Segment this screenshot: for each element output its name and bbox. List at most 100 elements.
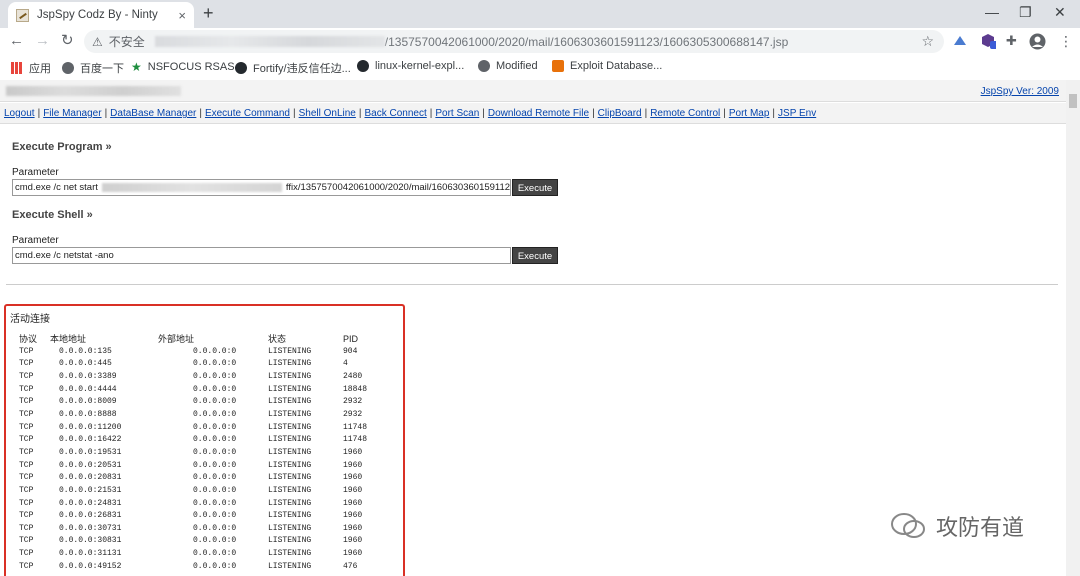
cell-state: LISTENING xyxy=(268,549,312,559)
maximize-icon[interactable]: ❐ xyxy=(1019,4,1032,21)
cell-state: LISTENING xyxy=(268,473,312,483)
bookmark-modified[interactable]: Modified xyxy=(478,60,538,72)
menu-remote-control[interactable]: Remote Control xyxy=(650,108,720,119)
header-state: 状态 xyxy=(268,334,287,344)
bookmark-linux-kernel[interactable]: linux-kernel-expl... xyxy=(357,60,464,72)
cell-local-address: 0.0.0.0:11200 xyxy=(59,422,122,432)
globe-icon xyxy=(478,60,490,72)
extensions-puzzle-icon[interactable]: ✚ xyxy=(1006,32,1017,50)
table-row: TCP 0.0.0.0:30831 0.0.0.0:0 LISTENING 1960 xyxy=(16,535,393,548)
profile-avatar-icon[interactable] xyxy=(1029,33,1046,50)
menu-execute-command[interactable]: Execute Command xyxy=(205,108,290,119)
execute-program-button[interactable]: Execute xyxy=(512,179,558,196)
cell-state: LISTENING xyxy=(268,346,312,356)
menu-back-connect[interactable]: Back Connect xyxy=(364,108,426,119)
bookmark-star-icon[interactable]: ☆ xyxy=(921,33,934,50)
version-link[interactable]: JspSpy Ver: 2009 xyxy=(981,86,1059,97)
cell-state: LISTENING xyxy=(268,460,312,470)
menu-port-map[interactable]: Port Map xyxy=(729,108,770,119)
execute-shell-button[interactable]: Execute xyxy=(512,247,558,264)
menu-download-remote-file[interactable]: Download Remote File xyxy=(488,108,589,119)
cell-local-address: 0.0.0.0:19531 xyxy=(59,447,122,457)
cell-pid: 904 xyxy=(343,346,358,356)
address-bar[interactable]: ⚠ 不安全 /1357570042061000/2020/mail/160630… xyxy=(84,30,944,53)
cell-pid: 1960 xyxy=(343,498,363,508)
table-row: TCP 0.0.0.0:135 0.0.0.0:0 LISTENING 904 xyxy=(16,345,393,358)
menu-file-manager[interactable]: File Manager xyxy=(43,108,101,119)
cell-pid: 2932 xyxy=(343,410,363,420)
bookmark-fortify[interactable]: Fortify/违反信任边... xyxy=(235,60,351,76)
browser-toolbar: ← → ↻ ⚠ 不安全 /1357570042061000/2020/mail/… xyxy=(0,28,1080,55)
cell-protocol: TCP xyxy=(19,435,34,445)
cell-pid: 2480 xyxy=(343,372,363,382)
cell-state: LISTENING xyxy=(268,422,312,432)
header-local-address: 本地地址 xyxy=(50,334,87,344)
github-icon xyxy=(235,62,247,74)
cell-foreign-address: 0.0.0.0:0 xyxy=(193,561,237,571)
cell-local-address: 0.0.0.0:31131 xyxy=(59,549,122,559)
bookmark-label: Modified xyxy=(496,60,538,72)
bookmark-apps[interactable]: 应用 xyxy=(11,60,51,76)
url-text: /1357570042061000/2020/mail/160630360159… xyxy=(384,34,789,49)
cell-foreign-address: 0.0.0.0:0 xyxy=(193,473,237,483)
back-arrow-icon[interactable]: ← xyxy=(9,32,24,50)
browser-tab[interactable]: JspSpy Codz By - Ninty × xyxy=(8,2,194,28)
shell-parameter-label: Parameter xyxy=(12,235,59,246)
minimize-icon[interactable]: — xyxy=(985,4,999,20)
page-scrollbar[interactable] xyxy=(1066,80,1080,576)
table-row: TCP 0.0.0.0:19531 0.0.0.0:0 LISTENING 1960 xyxy=(16,446,393,459)
tab-strip: JspSpy Codz By - Ninty × + — ❐ ✕ xyxy=(0,0,1080,28)
shell-parameter-input[interactable]: cmd.exe /c netstat -ano xyxy=(12,247,511,264)
new-tab-button[interactable]: + xyxy=(203,4,214,22)
cell-pid: 476 xyxy=(343,561,358,571)
cell-state: LISTENING xyxy=(268,384,312,394)
bookmark-label: NSFOCUS RSAS xyxy=(147,61,235,73)
github-icon xyxy=(357,60,369,72)
cell-local-address: 0.0.0.0:26831 xyxy=(59,511,122,521)
cell-pid: 2932 xyxy=(343,397,363,407)
program-parameter-input[interactable]: cmd.exe /c net start ffix/135757004206100… xyxy=(12,179,511,196)
bookmark-exploit-db[interactable]: Exploit Database... xyxy=(552,60,662,72)
reload-icon[interactable]: ↻ xyxy=(61,32,74,50)
cell-local-address: 0.0.0.0:30731 xyxy=(59,523,122,533)
divider xyxy=(6,284,1058,285)
cell-local-address: 0.0.0.0:49152 xyxy=(59,561,122,571)
execute-shell-title: Execute Shell » xyxy=(12,209,93,221)
cell-protocol: TCP xyxy=(19,511,34,521)
cell-protocol: TCP xyxy=(19,410,34,420)
menu-database-manager[interactable]: DataBase Manager xyxy=(110,108,196,119)
cell-foreign-address: 0.0.0.0:0 xyxy=(193,384,237,394)
cell-pid: 1960 xyxy=(343,447,363,457)
menu-clipboard[interactable]: ClipBoard xyxy=(598,108,642,119)
menu-jsp-env[interactable]: JSP Env xyxy=(778,108,816,119)
wechat-watermark: 攻防有道 xyxy=(890,510,1024,542)
menu-logout[interactable]: Logout xyxy=(4,108,35,119)
forward-arrow-icon[interactable]: → xyxy=(35,32,50,50)
extension-badge-icon[interactable] xyxy=(980,33,996,49)
cell-protocol: TCP xyxy=(19,498,34,508)
cell-local-address: 0.0.0.0:4444 xyxy=(59,384,117,394)
bookmark-label: 百度一下 xyxy=(80,63,124,75)
jspspy-page: JspSpy Ver: 2009 Logout | File Manager | Dat… xyxy=(0,80,1066,576)
close-window-icon[interactable]: ✕ xyxy=(1054,4,1066,21)
jspspy-favicon-icon xyxy=(16,8,29,22)
bookmark-label: linux-kernel-expl... xyxy=(375,60,465,72)
table-row: TCP 0.0.0.0:16422 0.0.0.0:0 LISTENING 11748 xyxy=(16,433,393,446)
table-row: TCP 0.0.0.0:445 0.0.0.0:0 LISTENING 4 xyxy=(16,358,393,371)
menu-shell-online[interactable]: Shell OnLine xyxy=(299,108,356,119)
menu-kebab-icon[interactable]: ⋮ xyxy=(1059,32,1073,50)
cell-local-address: 0.0.0.0:21531 xyxy=(59,485,122,495)
execute-program-title: Execute Program » xyxy=(12,141,112,153)
cell-foreign-address: 0.0.0.0:0 xyxy=(193,460,237,470)
table-row: TCP 0.0.0.0:31131 0.0.0.0:0 LISTENING 1960 xyxy=(16,547,393,560)
extension-bird-icon[interactable] xyxy=(952,33,968,49)
program-param-prefix: cmd.exe /c net start xyxy=(15,182,98,193)
cell-protocol: TCP xyxy=(19,523,34,533)
menu-port-scan[interactable]: Port Scan xyxy=(435,108,479,119)
scrollbar-thumb[interactable] xyxy=(1069,94,1077,108)
exploit-db-icon xyxy=(552,60,564,72)
program-param-suffix: ffix/1357570042061000/2020/mail/16063036… xyxy=(285,182,511,193)
tab-close-icon[interactable]: × xyxy=(178,8,186,23)
bookmark-nsfocus[interactable]: ★ NSFOCUS RSAS xyxy=(131,60,235,74)
bookmark-baidu[interactable]: 百度一下 xyxy=(62,60,124,76)
